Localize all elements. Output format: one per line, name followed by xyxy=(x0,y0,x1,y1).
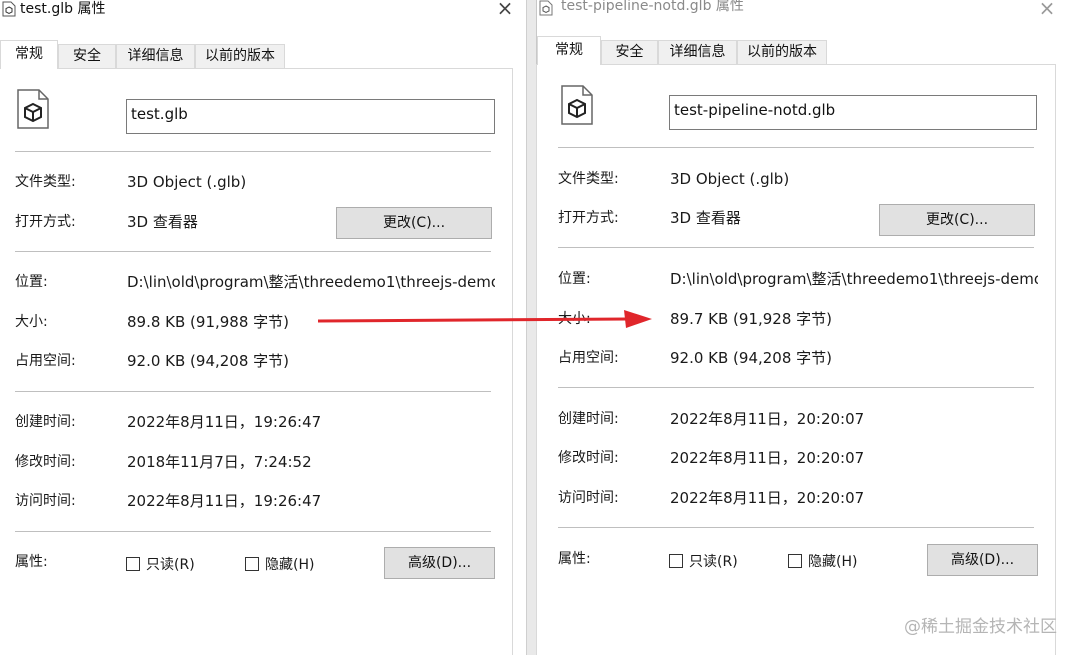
divider xyxy=(558,527,1034,528)
attributes-label: 属性: xyxy=(558,551,591,567)
divider xyxy=(558,387,1034,388)
tab-general[interactable]: 常规 xyxy=(537,36,601,65)
3d-object-file-icon xyxy=(561,85,593,125)
file-type-label: 文件类型: xyxy=(558,171,619,187)
location-label: 位置: xyxy=(15,274,48,290)
location-value: D:\lin\old\program\整活\threedemo1\threejs… xyxy=(127,273,495,291)
accessed-value: 2022年8月11日，20:20:07 xyxy=(670,489,865,507)
tab-general[interactable]: 常规 xyxy=(0,40,58,69)
red-arrow-annotation xyxy=(317,310,652,328)
arrow-shaft xyxy=(317,317,629,323)
modified-label: 修改时间: xyxy=(15,454,76,470)
tab-details[interactable]: 详细信息 xyxy=(116,44,195,68)
size-on-disk-label: 占用空间: xyxy=(15,353,76,369)
filename-input[interactable]: test-pipeline-notd.glb xyxy=(669,95,1037,130)
close-icon[interactable]: × xyxy=(1035,0,1059,19)
readonly-checkbox[interactable]: 只读(R) xyxy=(669,552,738,572)
file-type-label: 文件类型: xyxy=(15,174,76,190)
file-type-value: 3D Object (.glb) xyxy=(670,170,790,188)
watermark: @稀土掘金技术社区 xyxy=(904,617,1057,637)
divider xyxy=(15,531,491,532)
divider xyxy=(15,391,491,392)
tab-security[interactable]: 安全 xyxy=(58,44,116,68)
size-label: 大小: xyxy=(15,314,48,330)
size-on-disk-value: 92.0 KB (94,208 字节) xyxy=(670,349,833,367)
accessed-label: 访问时间: xyxy=(558,490,619,506)
hidden-checkbox-label: 隐藏(H) xyxy=(808,554,858,570)
tab-previous-versions[interactable]: 以前的版本 xyxy=(737,40,827,64)
accessed-label: 访问时间: xyxy=(15,493,76,509)
modified-label: 修改时间: xyxy=(558,450,619,466)
advanced-button[interactable]: 高级(D)... xyxy=(927,544,1038,576)
tab-details[interactable]: 详细信息 xyxy=(658,40,737,64)
filename-input[interactable]: test.glb xyxy=(126,99,495,134)
tab-bar: 常规 安全 详细信息 以前的版本 xyxy=(0,40,526,69)
general-panel: test-pipeline-notd.glb 文件类型: 3D Object (… xyxy=(536,64,1056,655)
opens-with-value: 3D 查看器 xyxy=(127,213,198,231)
size-value: 89.8 KB (91,988 字节) xyxy=(127,313,290,331)
checkbox-box[interactable] xyxy=(669,554,683,568)
title-bar: test-pipeline-notd.glb 属性 × xyxy=(537,0,1084,30)
change-button[interactable]: 更改(C)... xyxy=(336,207,492,239)
created-label: 创建时间: xyxy=(558,411,619,427)
divider xyxy=(558,147,1034,148)
title-bar: test.glb 属性 × xyxy=(0,0,526,30)
tab-security[interactable]: 安全 xyxy=(601,40,658,64)
hidden-checkbox[interactable]: 隐藏(H) xyxy=(245,555,314,575)
divider xyxy=(15,251,491,252)
window-title: test-pipeline-notd.glb 属性 xyxy=(561,0,744,14)
hidden-checkbox-label: 隐藏(H) xyxy=(265,557,315,573)
location-label: 位置: xyxy=(558,271,591,287)
file-properties-icon xyxy=(539,0,553,16)
readonly-checkbox[interactable]: 只读(R) xyxy=(126,555,195,575)
divider xyxy=(15,151,491,152)
readonly-checkbox-label: 只读(R) xyxy=(146,557,195,573)
3d-object-file-icon xyxy=(17,89,49,129)
file-properties-icon xyxy=(2,1,16,17)
change-button[interactable]: 更改(C)... xyxy=(879,204,1035,236)
opens-with-label: 打开方式: xyxy=(15,214,76,230)
location-value: D:\lin\old\program\整活\threedemo1\threejs… xyxy=(670,270,1038,288)
tab-previous-versions[interactable]: 以前的版本 xyxy=(195,44,285,68)
modified-value: 2018年11月7日，7:24:52 xyxy=(127,453,312,471)
hidden-checkbox[interactable]: 隐藏(H) xyxy=(788,552,857,572)
advanced-button[interactable]: 高级(D)... xyxy=(384,547,495,579)
general-panel: test.glb 文件类型: 3D Object (.glb) 打开方式: 3D… xyxy=(0,68,513,655)
opens-with-value: 3D 查看器 xyxy=(670,209,741,227)
checkbox-box[interactable] xyxy=(245,557,259,571)
attributes-label: 属性: xyxy=(15,554,48,570)
close-icon[interactable]: × xyxy=(493,0,517,19)
modified-value: 2022年8月11日，20:20:07 xyxy=(670,449,865,467)
checkbox-box[interactable] xyxy=(788,554,802,568)
checkbox-box[interactable] xyxy=(126,557,140,571)
arrow-head xyxy=(624,310,652,328)
size-on-disk-value: 92.0 KB (94,208 字节) xyxy=(127,352,290,370)
created-value: 2022年8月11日，19:26:47 xyxy=(127,413,322,431)
divider xyxy=(558,247,1034,248)
window-title: test.glb 属性 xyxy=(20,1,106,17)
tab-bar: 常规 安全 详细信息 以前的版本 xyxy=(537,36,1084,65)
size-value: 89.7 KB (91,928 字节) xyxy=(670,310,833,328)
accessed-value: 2022年8月11日，19:26:47 xyxy=(127,492,322,510)
created-value: 2022年8月11日，20:20:07 xyxy=(670,410,865,428)
size-on-disk-label: 占用空间: xyxy=(558,350,619,366)
opens-with-label: 打开方式: xyxy=(558,210,619,226)
created-label: 创建时间: xyxy=(15,414,76,430)
readonly-checkbox-label: 只读(R) xyxy=(689,554,738,570)
file-type-value: 3D Object (.glb) xyxy=(127,173,247,191)
